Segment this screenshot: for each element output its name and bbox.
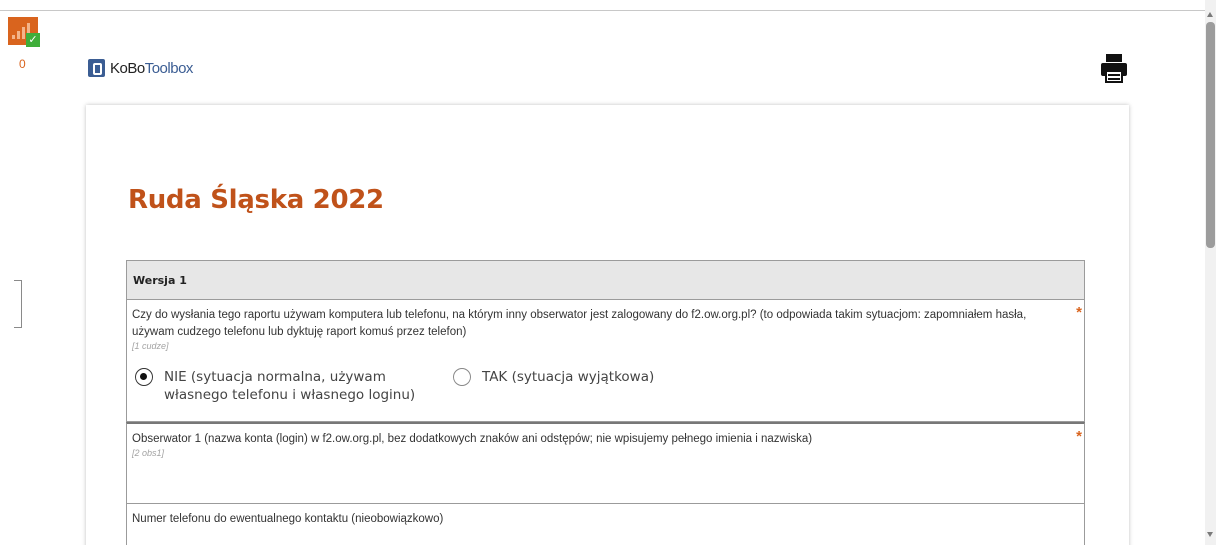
check-icon: ✓: [26, 33, 40, 47]
question-obs1[interactable]: Obserwator 1 (nazwa konta (login) w f2.o…: [126, 422, 1085, 504]
form-group: Wersja 1 Czy do wysłania tego raportu uż…: [126, 260, 1085, 545]
radio-option-nie[interactable]: NIE (sytuacja normalna, używam własnego …: [135, 368, 435, 404]
radio-button[interactable]: [453, 368, 471, 386]
form-paper: Ruda Śląska 2022 Wersja 1 Czy do wysłani…: [86, 105, 1129, 545]
radio-option-label: TAK (sytuacja wyjątkowa): [482, 369, 655, 385]
form-title: Ruda Śląska 2022: [128, 185, 384, 215]
required-marker: *: [1076, 428, 1082, 445]
question-cudze: Czy do wysłania tego raportu używam komp…: [126, 300, 1085, 422]
logo-text-kobo: KoBo: [110, 59, 145, 77]
question-hint: [1 cudze]: [132, 341, 169, 351]
question-hint: [2 obs1]: [132, 448, 165, 458]
queue-count: 0: [19, 57, 26, 71]
question-label: Obserwator 1 (nazwa konta (login) w f2.o…: [132, 433, 813, 445]
radio-button-checked[interactable]: [135, 368, 153, 386]
required-marker: *: [1076, 304, 1082, 321]
side-bracket-decoration: [14, 280, 22, 328]
group-header: Wersja 1: [126, 260, 1085, 300]
logo-text-toolbox: Toolbox: [144, 59, 194, 77]
vertical-scrollbar[interactable]: [1205, 0, 1216, 545]
kobotoolbox-logo: KoBoToolbox: [88, 59, 193, 77]
radio-option-label: NIE (sytuacja normalna, używam własnego …: [164, 369, 416, 403]
connection-status-widget[interactable]: ✓: [8, 17, 40, 47]
scroll-thumb[interactable]: [1206, 22, 1215, 248]
scroll-up-arrow-icon[interactable]: [1207, 12, 1213, 17]
radio-option-tak[interactable]: TAK (sytuacja wyjątkowa): [453, 368, 753, 386]
question-label: Numer telefonu do ewentualnego kontaktu …: [132, 513, 444, 525]
logo-mark-icon: [88, 59, 105, 77]
print-icon[interactable]: [1098, 52, 1130, 84]
logo-text: KoBoToolbox: [110, 60, 193, 77]
top-divider: [0, 10, 1205, 11]
question-phone[interactable]: Numer telefonu do ewentualnego kontaktu …: [126, 504, 1085, 545]
scroll-down-arrow-icon[interactable]: [1207, 532, 1213, 537]
question-label: Czy do wysłania tego raportu używam komp…: [132, 309, 1027, 338]
